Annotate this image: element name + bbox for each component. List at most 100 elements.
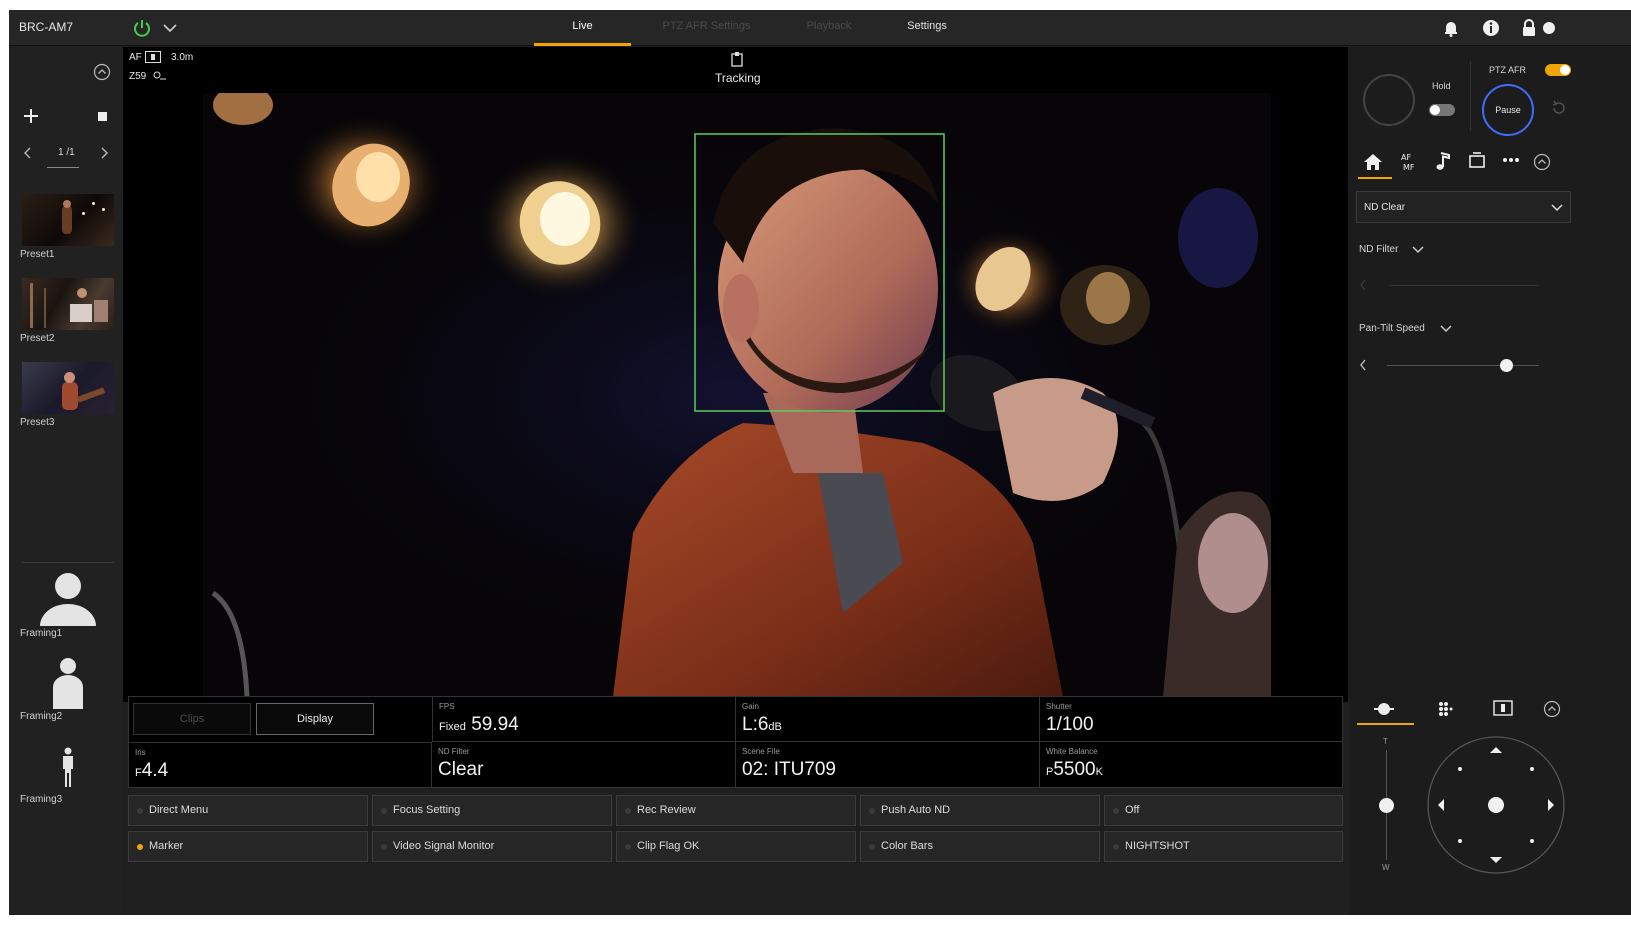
shutter-label: Shutter <box>1046 702 1072 711</box>
iris-cell[interactable]: Iris F4.4 <box>129 742 432 787</box>
toggle-icon[interactable] <box>1539 18 1559 38</box>
collapse-up-icon[interactable] <box>1543 700 1561 718</box>
framing-full-body-icon[interactable] <box>60 747 76 787</box>
framing-label: Framing3 <box>20 794 63 805</box>
framing-medium-icon[interactable] <box>49 657 87 709</box>
status-dot <box>625 808 631 814</box>
preset-label: Preset1 <box>20 249 55 260</box>
assign-label: Video Signal Monitor <box>393 840 495 852</box>
tab-live[interactable]: Live <box>534 10 631 46</box>
frame-icon[interactable] <box>1493 700 1513 716</box>
chevron-down-icon[interactable] <box>1411 245 1425 255</box>
clips-button[interactable]: Clips <box>133 703 251 735</box>
status-dot <box>869 808 875 814</box>
layers-icon[interactable] <box>1468 151 1486 169</box>
divider <box>22 562 114 563</box>
collapse-up-icon[interactable] <box>93 63 111 81</box>
pause-button[interactable]: Pause <box>1482 84 1534 136</box>
display-button[interactable]: Display <box>256 703 374 735</box>
assign-label: Direct Menu <box>149 804 209 816</box>
preset-label: Preset2 <box>20 333 55 344</box>
zoom-slider[interactable] <box>1379 750 1394 860</box>
preset-thumbnail[interactable] <box>22 278 114 330</box>
framing-label: Framing2 <box>20 711 63 722</box>
home-icon[interactable] <box>1363 153 1383 171</box>
camera-status-panel: Clips Display FPS Fixed 59.94 Gain L:6dB… <box>128 696 1343 788</box>
bell-icon[interactable] <box>1441 18 1461 38</box>
assign-button-color-bars[interactable]: Color Bars <box>860 831 1100 862</box>
tab-settings[interactable]: Settings <box>894 10 960 46</box>
lock-icon[interactable] <box>1519 18 1539 38</box>
add-preset-icon[interactable] <box>23 108 39 124</box>
pan-tilt-joystick[interactable] <box>1426 735 1566 875</box>
assign-button-clip-flag-ok[interactable]: Clip Flag OK <box>616 831 856 862</box>
tab-playback[interactable]: Playback <box>789 10 869 46</box>
status-dot <box>381 844 387 850</box>
preset-sidebar: 1 /1 Preset1 Preset2 Preset3 Framing1 Fr… <box>9 47 122 915</box>
pan-tilt-speed-slider[interactable] <box>1387 359 1539 372</box>
fps-value: 59.94 <box>471 714 519 735</box>
assign-label: Rec Review <box>637 804 696 816</box>
chevron-left-icon[interactable] <box>1359 279 1367 291</box>
zoom-slider-thumb[interactable] <box>1379 798 1394 813</box>
stop-icon[interactable] <box>98 112 107 121</box>
ptz-afr-toggle[interactable] <box>1545 64 1571 76</box>
more-icon[interactable] <box>1502 157 1520 163</box>
live-view[interactable]: AF 3.0m Z59 Tracking <box>123 47 1348 702</box>
fps-label: FPS <box>439 702 455 711</box>
page-underline <box>47 167 79 168</box>
hold-dial[interactable] <box>1363 74 1415 126</box>
fps-cell[interactable]: FPS Fixed 59.94 <box>432 697 736 742</box>
status-dot <box>381 808 387 814</box>
gain-cell[interactable]: Gain L:6dB <box>736 697 1040 742</box>
scene-file-cell[interactable]: Scene File 02: ITU709 <box>736 742 1040 787</box>
tracking-icon <box>731 52 743 67</box>
shutter-cell[interactable]: Shutter 1/100 <box>1040 697 1342 742</box>
chevron-left-icon[interactable] <box>23 147 33 159</box>
scene-value: 02: ITU709 <box>742 759 836 780</box>
tab-ptz-afr-settings[interactable]: PTZ AFR Settings <box>649 10 764 46</box>
assign-button-nightshot[interactable]: NIGHTSHOT <box>1104 831 1343 862</box>
reset-icon[interactable] <box>1551 100 1567 116</box>
chevron-down-icon[interactable] <box>162 21 178 35</box>
assign-label: Marker <box>149 840 184 852</box>
nd-label: ND Filter <box>438 747 470 756</box>
collapse-up-icon[interactable] <box>1533 153 1551 171</box>
assign-button-off[interactable]: Off <box>1104 795 1343 826</box>
camera-image <box>203 93 1271 697</box>
af-area-icon <box>145 51 161 63</box>
af-mf-icon[interactable]: AFMF <box>1399 151 1419 173</box>
nd-dropdown[interactable]: ND Clear <box>1356 191 1571 223</box>
af-indicator: AF <box>129 52 142 63</box>
assign-button-focus-setting[interactable]: Focus Setting <box>372 795 612 826</box>
audio-icon[interactable] <box>1435 151 1451 171</box>
chevron-left-icon[interactable] <box>1359 359 1367 371</box>
chevron-right-icon[interactable] <box>99 147 109 159</box>
pan-tilt-zoom-icon[interactable] <box>1373 700 1395 718</box>
power-icon[interactable] <box>131 17 153 39</box>
camera-model: BRC-AM7 <box>19 20 74 34</box>
white-balance-cell[interactable]: White Balance P5500K <box>1040 742 1342 787</box>
svg-text:AF: AF <box>1401 153 1411 162</box>
gain-unit: dB <box>768 721 782 733</box>
assign-label: Color Bars <box>881 840 933 852</box>
assign-button-video-signal-monitor[interactable]: Video Signal Monitor <box>372 831 612 862</box>
info-icon[interactable] <box>1481 18 1501 38</box>
framing-close-up-icon[interactable] <box>37 570 99 626</box>
nd-value: Clear <box>438 759 484 780</box>
assign-button-marker[interactable]: Marker <box>128 831 368 862</box>
nd-cell[interactable]: ND Filter Clear <box>432 742 736 787</box>
chevron-down-icon[interactable] <box>1439 324 1453 334</box>
hold-toggle[interactable] <box>1429 104 1455 116</box>
nd-filter-slider[interactable] <box>1389 285 1539 286</box>
preset-thumbnail[interactable] <box>22 362 114 414</box>
assign-button-direct-menu[interactable]: Direct Menu <box>128 795 368 826</box>
grid-dots-icon[interactable] <box>1437 700 1455 718</box>
assign-label: NIGHTSHOT <box>1125 840 1190 852</box>
assign-button-rec-review[interactable]: Rec Review <box>616 795 856 826</box>
assign-button-push-auto-nd[interactable]: Push Auto ND <box>860 795 1100 826</box>
preset-thumbnail[interactable] <box>22 194 114 246</box>
slider-thumb[interactable] <box>1499 359 1513 372</box>
status-dot <box>869 844 875 850</box>
hold-label: Hold <box>1432 81 1451 91</box>
